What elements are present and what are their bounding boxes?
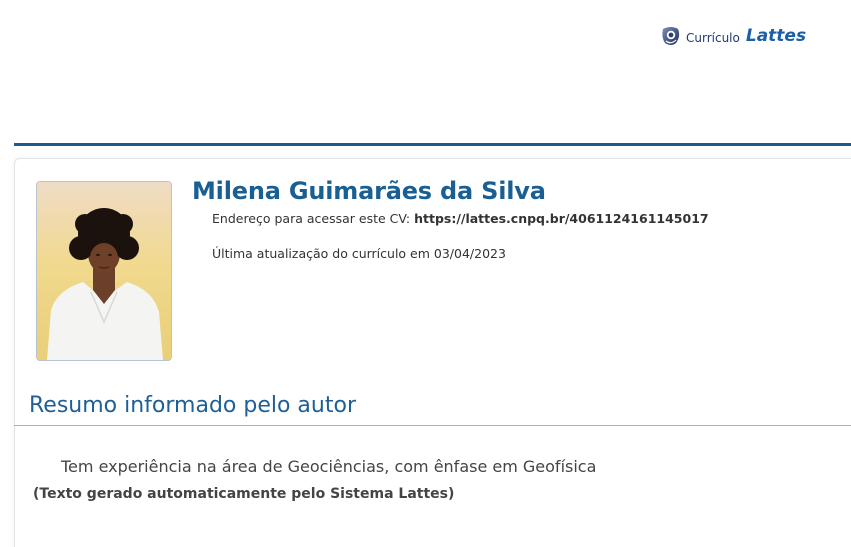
profile-name: Milena Guimarães da Silva xyxy=(192,177,546,205)
lattes-cv-page: Currículo Lattes Milena Guimarães da Sil… xyxy=(0,0,851,547)
header-divider xyxy=(14,143,851,146)
cv-address-url[interactable]: https://lattes.cnpq.br/4061124161145017 xyxy=(414,211,709,226)
profile-photo-image xyxy=(37,182,171,360)
auto-generated-note: (Texto gerado automaticamente pelo Siste… xyxy=(33,486,455,502)
lattes-logo[interactable]: Currículo Lattes xyxy=(660,25,806,47)
cv-address-label: Endereço para acessar este CV: xyxy=(212,211,415,226)
logo-prefix-text: Currículo xyxy=(686,30,740,45)
logo-brand-text: Lattes xyxy=(745,26,807,46)
summary-text: Tem experiência na área de Geociências, … xyxy=(61,457,597,476)
last-update-text: Última atualização do currículo em 03/04… xyxy=(212,246,506,261)
cv-address-line: Endereço para acessar este CV: https://l… xyxy=(212,211,709,226)
lattes-logo-icon xyxy=(662,27,680,45)
summary-section-divider xyxy=(14,425,851,426)
summary-section-title: Resumo informado pelo autor xyxy=(29,393,356,418)
profile-photo xyxy=(36,181,172,361)
